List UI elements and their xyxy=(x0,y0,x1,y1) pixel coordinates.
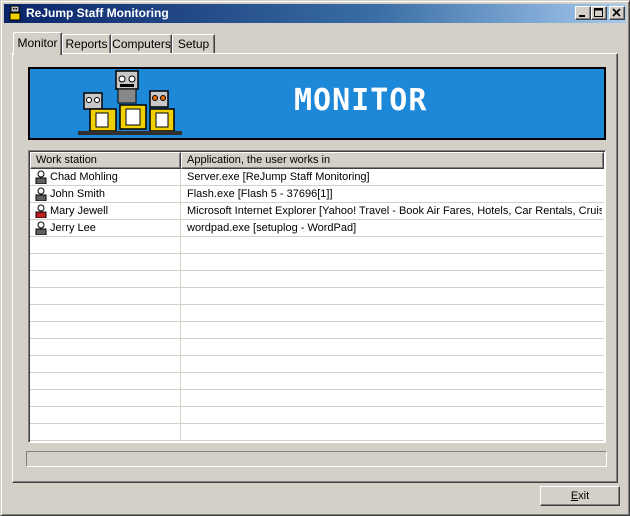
user-icon xyxy=(35,221,47,235)
empty-cell xyxy=(30,237,181,253)
empty-cell xyxy=(30,356,181,372)
workstation-name: Chad Mohling xyxy=(50,171,118,183)
empty-list-row xyxy=(30,288,604,305)
empty-cell xyxy=(30,373,181,389)
application-cell: wordpad.exe [setuplog - WordPad] xyxy=(187,222,357,234)
empty-list-row xyxy=(30,390,604,407)
window-title: ReJump Staff Monitoring xyxy=(26,6,169,20)
empty-cell xyxy=(30,271,181,287)
workstation-name: Jerry Lee xyxy=(50,222,96,234)
workstation-cell: Jerry Lee xyxy=(30,220,181,236)
workstation-name: Mary Jewell xyxy=(50,205,109,217)
empty-list-row xyxy=(30,254,604,271)
empty-cell xyxy=(30,322,181,338)
empty-list-row xyxy=(30,424,604,441)
user-icon xyxy=(35,187,47,201)
workstation-cell: Mary Jewell xyxy=(30,203,181,219)
empty-list-row xyxy=(30,305,604,322)
empty-list-row xyxy=(30,271,604,288)
workstation-cell: Chad Mohling xyxy=(30,169,181,185)
user-icon xyxy=(35,170,47,184)
empty-list-row xyxy=(30,373,604,390)
tab-monitor[interactable]: Monitor xyxy=(13,32,62,55)
title-bar[interactable]: ReJump Staff Monitoring xyxy=(4,4,626,23)
empty-cell xyxy=(30,288,181,304)
empty-cell xyxy=(30,339,181,355)
empty-list-row xyxy=(30,407,604,424)
workstation-list[interactable]: Work station Application, the user works… xyxy=(28,150,606,443)
banner-title: MONITOR xyxy=(294,83,428,118)
monitor-banner: MONITOR xyxy=(28,67,606,140)
list-header: Work station Application, the user works… xyxy=(30,152,604,169)
user-icon xyxy=(35,204,47,218)
empty-cell xyxy=(30,390,181,406)
close-icon xyxy=(612,8,621,17)
empty-list-row xyxy=(30,237,604,254)
tab-setup[interactable]: Setup xyxy=(172,34,215,54)
status-bar xyxy=(26,451,607,467)
application-cell: Flash.exe [Flash 5 - 37696[1]] xyxy=(187,188,333,200)
list-row[interactable]: John Smith Flash.exe [Flash 5 - 37696[1]… xyxy=(30,186,604,203)
maximize-icon xyxy=(594,8,603,17)
workstation-cell: John Smith xyxy=(30,186,181,202)
robots-with-computers-illustration xyxy=(78,70,182,135)
application-cell: Server.exe [ReJump Staff Monitoring] xyxy=(187,171,370,183)
main-window: ReJump Staff Monitoring Monitor Reports … xyxy=(0,0,630,516)
workstation-name: John Smith xyxy=(50,188,106,200)
close-button[interactable] xyxy=(609,6,625,20)
exit-label-rest: xit xyxy=(578,490,590,502)
maximize-button[interactable] xyxy=(591,6,607,20)
list-row[interactable]: Mary Jewell Microsoft Internet Explorer … xyxy=(30,203,604,220)
tab-reports[interactable]: Reports xyxy=(62,34,111,54)
empty-cell xyxy=(30,424,181,440)
empty-cell xyxy=(30,407,181,423)
empty-cell xyxy=(30,305,181,321)
list-row[interactable]: Chad Mohling Server.exe [ReJump Staff Mo… xyxy=(30,169,604,186)
application-cell: Microsoft Internet Explorer [Yahoo! Trav… xyxy=(187,205,602,217)
minimize-button[interactable] xyxy=(575,6,591,20)
column-header-workstation[interactable]: Work station xyxy=(30,152,181,169)
empty-list-row xyxy=(30,339,604,356)
column-header-application[interactable]: Application, the user works in xyxy=(181,152,604,169)
minimize-icon xyxy=(579,15,585,17)
empty-list-row xyxy=(30,322,604,339)
empty-cell xyxy=(30,254,181,270)
list-row[interactable]: Jerry Lee wordpad.exe [setuplog - WordPa… xyxy=(30,220,604,237)
app-icon xyxy=(7,5,23,21)
tab-computers[interactable]: Computers xyxy=(111,34,172,54)
list-body: Chad Mohling Server.exe [ReJump Staff Mo… xyxy=(30,169,604,441)
exit-button[interactable]: Exit xyxy=(540,486,620,506)
monitor-panel: MONITOR Work station Application, the us… xyxy=(12,53,618,483)
empty-list-row xyxy=(30,356,604,373)
